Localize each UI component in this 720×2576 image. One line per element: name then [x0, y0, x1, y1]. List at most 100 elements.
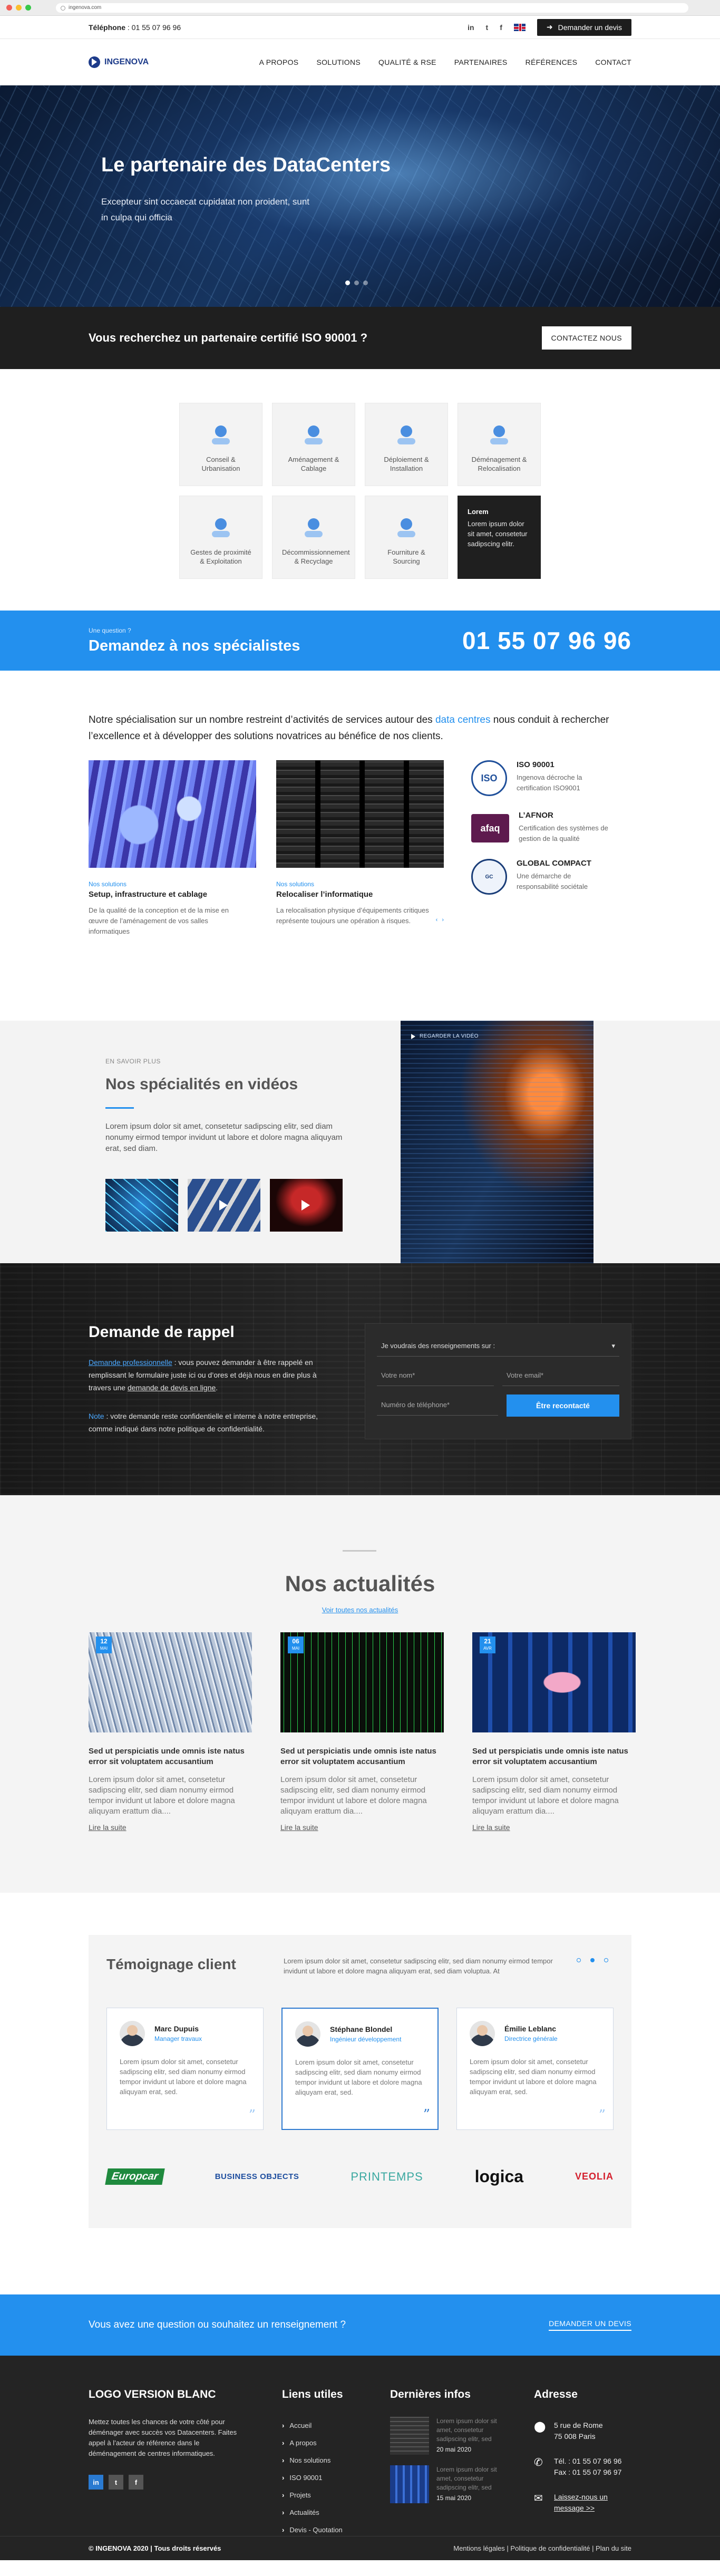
news-card[interactable]: 06 MAI Sed ut perspiciatis unde omnis ist…: [280, 1632, 444, 1832]
news-card[interactable]: 12 MAI Sed ut perspiciatis unde omnis ist…: [89, 1632, 252, 1832]
testimonial-dot[interactable]: [604, 1958, 608, 1962]
service-highlight-body: Lorem ipsum dolor sit amet, consetetur s…: [468, 520, 528, 548]
testimonial-card[interactable]: Émilie Leblanc Directrice générale Lorem…: [456, 2008, 614, 2130]
chevron-left-icon[interactable]: ‹: [436, 917, 438, 923]
news-image: 12 MAI: [89, 1632, 252, 1732]
twitter-icon[interactable]: t: [486, 23, 489, 32]
certification-item[interactable]: ISO ISO 90001 Ingenova décroche la certi…: [471, 760, 614, 796]
news-card-text: Lorem ipsum dolor sit amet, consetetur s…: [89, 1775, 235, 1816]
solution-title[interactable]: Setup, infrastructure et cablage: [89, 890, 256, 899]
request-quote-button[interactable]: ➜ Demander un devis: [537, 18, 631, 36]
news-card-text: Lorem ipsum dolor sit amet, consetetur s…: [472, 1775, 619, 1816]
uk-flag-icon[interactable]: [513, 23, 526, 31]
topic-select[interactable]: Je voudrais des renseignements sur : ▾: [377, 1335, 619, 1357]
legal-links[interactable]: Mentions légales | Politique de confiden…: [453, 2544, 631, 2552]
footer-news-item[interactable]: Lorem ipsum dolor sit amet, consetetur s…: [390, 2465, 500, 2503]
maximize-window-icon[interactable]: [25, 5, 31, 11]
service-tile-demenagement[interactable]: Déménagement & Relocalisation: [458, 403, 541, 486]
read-more-link[interactable]: Lire la suite: [472, 1823, 636, 1832]
solution-card[interactable]: Nos solutions Relocaliser l’informatique…: [276, 760, 444, 937]
video-thumbnail[interactable]: [270, 1179, 343, 1232]
question-band: Vous avez une question ou souhaitez un r…: [0, 2294, 720, 2356]
footer-link[interactable]: Accueil: [282, 2417, 343, 2434]
chevron-right-icon[interactable]: ›: [442, 917, 444, 923]
nav-item-partenaires[interactable]: PARTENAIRES: [454, 58, 508, 66]
hero-dot[interactable]: [345, 280, 350, 285]
all-news-link[interactable]: Voir toutes nos actualités: [0, 1606, 720, 1614]
leave-message-link[interactable]: Laissez-nous un message >>: [554, 2492, 622, 2514]
video-thumbnail[interactable]: [188, 1179, 260, 1232]
service-tile-conseil[interactable]: Conseil & Urbanisation: [179, 403, 262, 486]
solution-card[interactable]: Nos solutions Setup, infrastructure et c…: [89, 760, 256, 937]
news-card[interactable]: 21 AVR Sed ut perspiciatis unde omnis ist…: [472, 1632, 636, 1832]
read-more-link[interactable]: Lire la suite: [280, 1823, 444, 1832]
footer-link[interactable]: Actualités: [282, 2504, 343, 2521]
news-card-title[interactable]: Sed ut perspiciatis unde omnis iste natu…: [280, 1746, 444, 1767]
read-more-link[interactable]: Lire la suite: [89, 1823, 252, 1832]
footer-link[interactable]: Projets: [282, 2486, 343, 2504]
testimonials-text: Lorem ipsum dolor sit amet, consetetur s…: [284, 1957, 553, 1975]
news-date-badge: 06 MAI: [288, 1636, 304, 1653]
callback-form: Je voudrais des renseignements sur : ▾ V…: [365, 1323, 631, 1439]
minimize-window-icon[interactable]: [16, 5, 22, 11]
testimonial-dot[interactable]: [590, 1958, 595, 1962]
videos-title: Nos spécialités en vidéos: [105, 1076, 298, 1093]
callback-submit-button[interactable]: Être recontacté: [507, 1394, 619, 1417]
hero-dot[interactable]: [363, 280, 368, 285]
twitter-icon[interactable]: t: [109, 2475, 123, 2490]
news-card-title[interactable]: Sed ut perspiciatis unde omnis iste natu…: [472, 1746, 636, 1767]
testimonial-card[interactable]: Marc Dupuis Manager travaux Lorem ipsum …: [106, 2008, 264, 2130]
solution-title[interactable]: Relocaliser l’informatique: [276, 890, 444, 899]
service-tile-deploiement[interactable]: Déploiement & Installation: [365, 403, 448, 486]
footer-tel[interactable]: Tél. : 01 55 07 96 96: [554, 2456, 621, 2467]
linkedin-icon[interactable]: in: [89, 2475, 103, 2490]
facebook-icon[interactable]: f: [500, 23, 502, 32]
video-player[interactable]: REGARDER LA VIDÉO: [401, 1021, 593, 1263]
certification-item[interactable]: GC GLOBAL COMPACT Une démarche de respon…: [471, 859, 614, 895]
service-tile-fourniture[interactable]: Fourniture & Sourcing: [365, 496, 448, 579]
footer-link[interactable]: A propos: [282, 2434, 343, 2452]
footer-address-title: Adresse: [534, 2388, 578, 2400]
nav-item-qualite-rse[interactable]: QUALITÉ & RSE: [378, 58, 436, 66]
video-thumbnail[interactable]: [105, 1179, 178, 1232]
footer-fax: Fax : 01 55 07 96 97: [554, 2468, 622, 2476]
nav-item-solutions[interactable]: SOLUTIONS: [316, 58, 361, 66]
news-cards: 12 MAI Sed ut perspiciatis unde omnis ist…: [89, 1632, 636, 1832]
request-quote-link[interactable]: DEMANDER UN DEVIS: [549, 2319, 631, 2331]
nav-item-contact[interactable]: CONTACT: [595, 58, 631, 66]
hero-dot[interactable]: [354, 280, 359, 285]
certification-item[interactable]: afaq L’AFNOR Certification des systèmes …: [471, 811, 614, 844]
news-month: AVR: [483, 1646, 492, 1651]
title-underline: [105, 1107, 134, 1109]
name-field[interactable]: Votre nom*: [377, 1365, 494, 1386]
phone-field[interactable]: Numéro de téléphone*: [377, 1394, 498, 1416]
email-field[interactable]: Votre email*: [502, 1365, 619, 1386]
intro-highlight-link[interactable]: data centres: [435, 714, 491, 725]
footer-links: Liens utiles Accueil A propos Nos soluti…: [282, 2388, 343, 2539]
logo[interactable]: INGENOVA: [89, 56, 149, 68]
online-quote-link[interactable]: demande de devis en ligne: [128, 1383, 216, 1392]
address-bar[interactable]: ingenova.com: [56, 3, 688, 13]
service-tile-amenagement[interactable]: Aménagement & Cablage: [272, 403, 355, 486]
service-tile-highlight[interactable]: Lorem Lorem ipsum dolor sit amet, conset…: [458, 496, 541, 579]
news-card-title[interactable]: Sed ut perspiciatis unde omnis iste natu…: [89, 1746, 252, 1767]
testimonial-dot[interactable]: [577, 1958, 581, 1962]
testimonial-name: Stéphane Blondel: [330, 2025, 393, 2033]
nav-item-references[interactable]: RÉFÉRENCES: [526, 58, 578, 66]
chevron-down-icon: ▾: [611, 1341, 615, 1350]
watch-video-button[interactable]: REGARDER LA VIDÉO: [411, 1033, 479, 1039]
footer-link[interactable]: Nos solutions: [282, 2452, 343, 2469]
contact-us-button[interactable]: CONTACTEZ NOUS: [541, 326, 631, 350]
specialists-phone[interactable]: 01 55 07 96 96: [462, 626, 631, 655]
service-label: Fourniture & Sourcing: [387, 548, 425, 565]
nav-item-a-propos[interactable]: A PROPOS: [259, 58, 299, 66]
linkedin-icon[interactable]: in: [468, 23, 474, 32]
service-tile-decommissionnement[interactable]: Décommissionnement & Recyclage: [272, 496, 355, 579]
browser-chrome: ingenova.com: [0, 0, 720, 16]
footer-link[interactable]: ISO 90001: [282, 2469, 343, 2486]
facebook-icon[interactable]: f: [129, 2475, 143, 2490]
footer-news-item[interactable]: Lorem ipsum dolor sit amet, consetetur s…: [390, 2417, 500, 2455]
service-tile-proximite[interactable]: Gestes de proximité & Exploitation: [179, 496, 262, 579]
close-window-icon[interactable]: [6, 5, 12, 11]
testimonial-card[interactable]: Stéphane Blondel Ingénieur développement…: [281, 2008, 439, 2130]
